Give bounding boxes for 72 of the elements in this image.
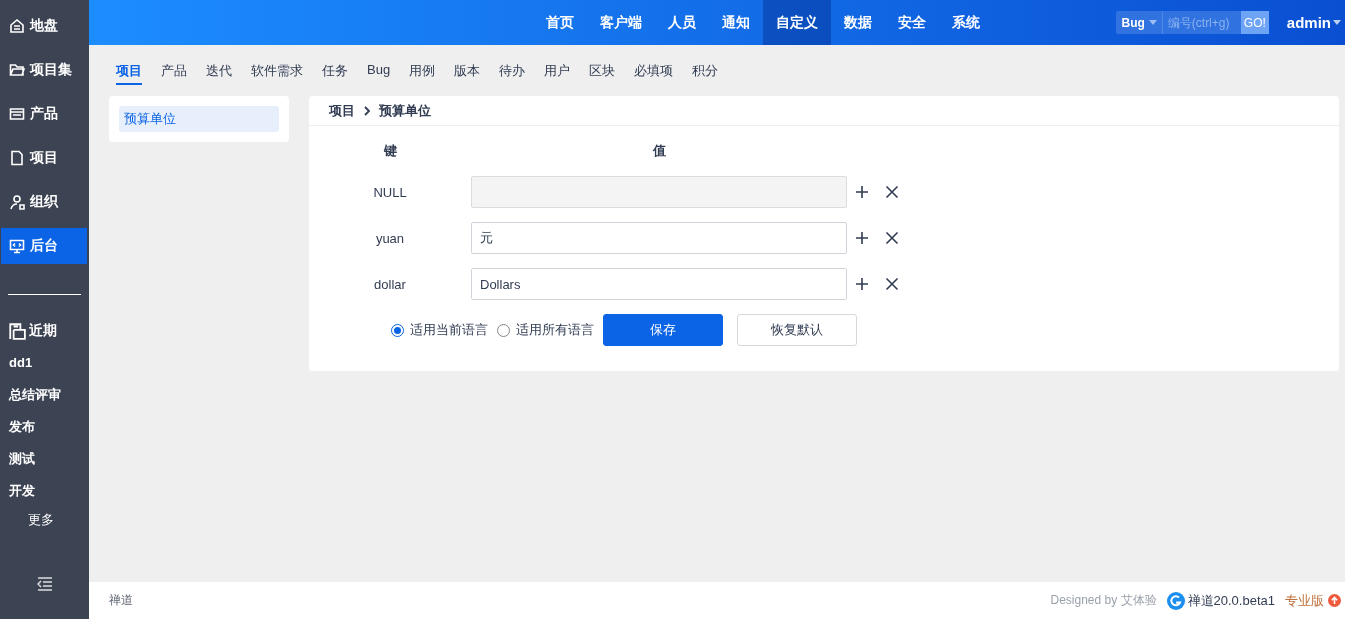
column-header: 值 xyxy=(651,142,667,160)
nav-item[interactable]: 通知 xyxy=(708,0,763,45)
sidebar-item[interactable]: 产品 xyxy=(1,96,87,132)
edition-link[interactable]: 专业版 xyxy=(1285,591,1341,610)
sidebar-item[interactable]: 后台 xyxy=(1,228,87,264)
recent-item[interactable]: 发布 xyxy=(0,411,89,443)
tab[interactable]: 产品 xyxy=(161,59,187,85)
tab[interactable]: 项目 xyxy=(116,59,142,85)
recent-item[interactable]: 测试 xyxy=(0,443,89,475)
home-icon xyxy=(9,18,25,34)
sidebar-item[interactable]: 地盘 xyxy=(1,8,87,44)
nav-item[interactable]: 安全 xyxy=(884,0,939,45)
tab[interactable]: 用例 xyxy=(409,59,436,85)
recent-item[interactable]: 总结评审 xyxy=(0,379,89,411)
tab[interactable]: 任务 xyxy=(322,59,348,85)
recent-label: 近期 xyxy=(29,322,57,340)
monitor-icon xyxy=(9,238,25,254)
nav-item[interactable]: 自定义 xyxy=(762,0,831,45)
tab[interactable]: Bug xyxy=(367,59,391,85)
close-icon[interactable] xyxy=(884,230,900,246)
search-field[interactable]: 编号(ctrl+g) xyxy=(1162,11,1241,34)
add-icon[interactable] xyxy=(854,276,870,292)
save-button[interactable]: 保存 xyxy=(603,314,723,346)
tab[interactable]: 迭代 xyxy=(206,59,232,85)
chevron-right-icon xyxy=(363,105,371,116)
radio-option[interactable]: 适用当前语言 xyxy=(391,321,488,339)
tab[interactable]: 软件需求 xyxy=(251,59,303,85)
column-header: 键 xyxy=(382,142,398,160)
add-icon[interactable] xyxy=(854,230,870,246)
version-link[interactable]: 禅道20.0.beta1 xyxy=(1166,591,1275,610)
tab[interactable]: 必填项 xyxy=(634,59,674,85)
logo-icon xyxy=(1166,591,1185,610)
caret-icon xyxy=(1148,20,1157,25)
tab[interactable]: 区块 xyxy=(589,59,616,85)
breadcrumb-item[interactable]: 项目 xyxy=(329,101,355,120)
recent-item[interactable]: dd1 xyxy=(0,347,89,379)
close-icon[interactable] xyxy=(884,184,900,200)
tab[interactable]: 用户 xyxy=(544,59,571,85)
nav-item[interactable]: 客户端 xyxy=(586,0,655,45)
recent-item[interactable]: 开发 xyxy=(0,475,89,507)
key-label: NULL xyxy=(372,184,408,200)
more-link[interactable]: 更多 xyxy=(0,507,89,533)
box-icon xyxy=(9,106,25,122)
nav-item[interactable]: 人员 xyxy=(654,0,709,45)
breadcrumb-item: 预算单位 xyxy=(379,101,431,120)
sidebar-item[interactable]: 项目集 xyxy=(1,52,87,88)
value-field[interactable]: Dollars xyxy=(471,268,847,300)
footer-brand: 禅道 xyxy=(109,593,133,607)
key-label: yuan xyxy=(374,230,406,246)
key-label: dollar xyxy=(373,276,407,292)
user-menu[interactable]: admin xyxy=(1286,14,1341,31)
sidebar-item[interactable]: 项目 xyxy=(1,140,87,176)
tab[interactable]: 待办 xyxy=(499,59,526,85)
nav-item[interactable]: 首页 xyxy=(532,0,587,45)
tab[interactable]: 版本 xyxy=(454,59,481,85)
radio-option[interactable]: 适用所有语言 xyxy=(497,321,594,339)
close-icon[interactable] xyxy=(884,276,900,292)
nav-item[interactable]: 数据 xyxy=(830,0,885,45)
folder-icon xyxy=(9,62,25,78)
add-icon[interactable] xyxy=(854,184,870,200)
user-icon xyxy=(9,194,25,210)
nav-item[interactable]: 系统 xyxy=(938,0,993,45)
document-icon xyxy=(9,150,25,166)
reset-button[interactable]: 恢复默认 xyxy=(737,314,857,346)
value-field[interactable]: 元 xyxy=(471,222,847,254)
sidebar-item[interactable]: 组织 xyxy=(1,184,87,220)
caret-icon xyxy=(1333,20,1341,25)
upgrade-icon xyxy=(1328,594,1341,607)
type-select[interactable]: Bug xyxy=(1116,11,1163,34)
collapse-menu-icon[interactable] xyxy=(36,577,53,591)
tab[interactable]: 积分 xyxy=(692,59,719,85)
menu-item[interactable]: 预算单位 xyxy=(119,106,279,132)
